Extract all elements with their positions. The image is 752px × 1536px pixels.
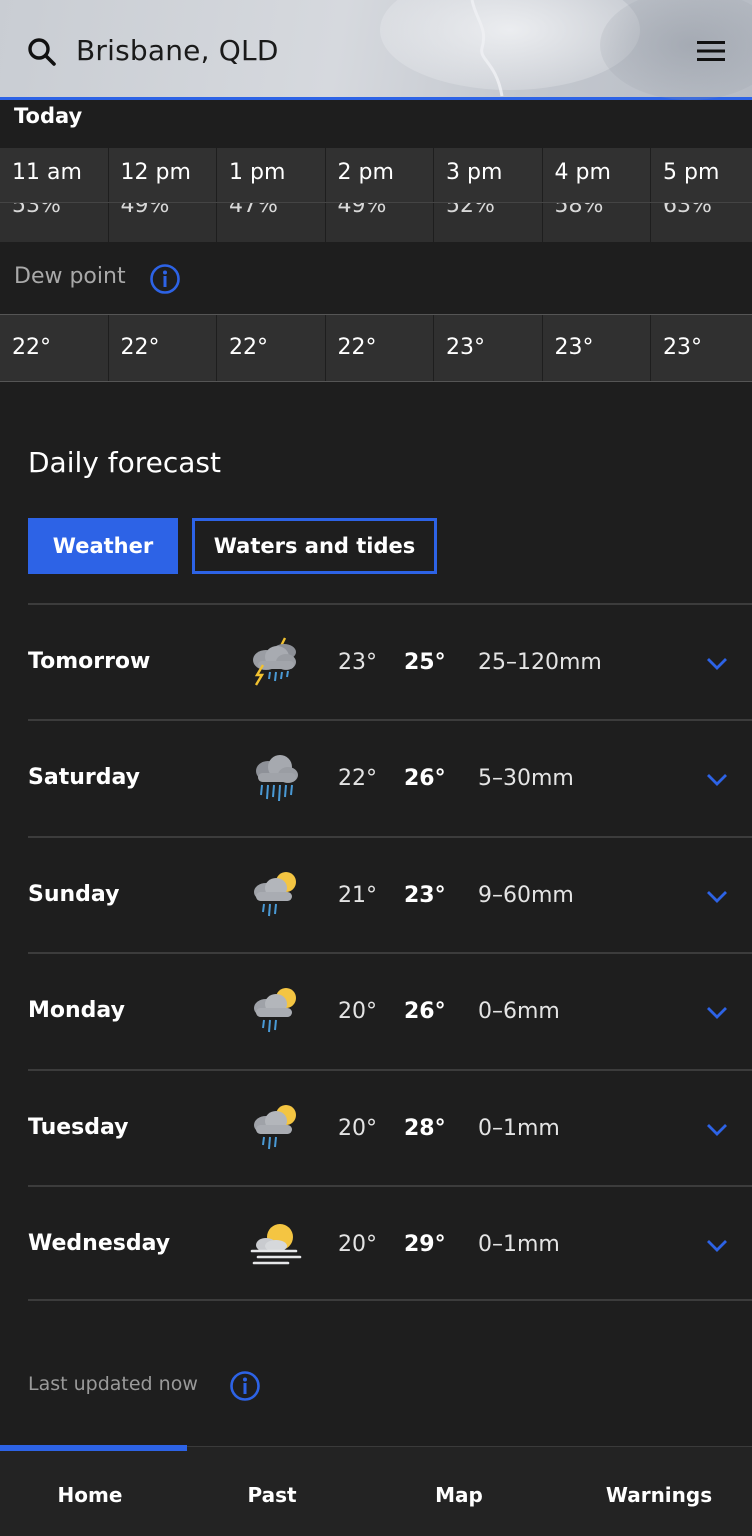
forecast-min-temp: 20° bbox=[338, 999, 377, 1025]
humidity-value: 47% bbox=[229, 202, 278, 218]
rain-sun-icon bbox=[254, 988, 296, 1033]
dew-point-label: Dew point bbox=[14, 264, 126, 289]
dew-point-cell: 22° bbox=[108, 315, 217, 381]
thunderstorm-icon bbox=[253, 637, 296, 686]
forecast-row[interactable]: Saturday 22° 26° 5–30mm bbox=[28, 719, 752, 835]
forecast-row[interactable]: Sunday 21° 23° 9–60mm bbox=[28, 835, 752, 952]
chevron-down-icon[interactable] bbox=[706, 1006, 728, 1020]
info-icon[interactable] bbox=[229, 1370, 261, 1402]
forecast-min-temp: 20° bbox=[338, 1231, 377, 1257]
humidity-value: 52% bbox=[446, 202, 495, 218]
hourly-dew-point-row[interactable]: 22° 22° 22° 22° 23° 23° 23° bbox=[0, 314, 752, 382]
forecast-max-temp: 25° bbox=[404, 650, 446, 675]
hour-cell: 12 pm bbox=[108, 148, 217, 202]
humidity-value: 63% bbox=[663, 202, 712, 218]
hazy-sun-icon bbox=[250, 1223, 302, 1265]
dew-point-cell: 23° bbox=[542, 315, 651, 381]
hour-cell: 11 am bbox=[0, 148, 109, 202]
nav-warnings[interactable]: Warnings bbox=[566, 1483, 752, 1507]
cloud-background bbox=[600, 0, 752, 100]
today-label: Today bbox=[14, 104, 83, 128]
forecast-row[interactable]: Tomorrow 23° 25° 25–120mm bbox=[28, 603, 752, 719]
forecast-day: Wednesday bbox=[28, 1230, 171, 1256]
humidity-cell: 53% bbox=[0, 203, 109, 242]
humidity-value: 58% bbox=[554, 202, 604, 218]
humidity-cell: 58% bbox=[542, 202, 651, 242]
forecast-day: Saturday bbox=[28, 765, 140, 791]
forecast-day: Monday bbox=[28, 998, 125, 1024]
dew-point-cell: 23° bbox=[434, 315, 543, 381]
humidity-cell: 52% bbox=[434, 203, 543, 242]
humidity-cell: 49% bbox=[108, 202, 217, 242]
forecast-rain-amount: 25–120mm bbox=[478, 650, 602, 675]
forecast-max-temp: 29° bbox=[404, 1231, 446, 1257]
chevron-down-icon[interactable] bbox=[706, 657, 728, 671]
hour-cell: 5 pm bbox=[651, 148, 752, 202]
heavy-rain-icon bbox=[256, 755, 298, 802]
humidity-cell: 63% bbox=[651, 203, 752, 242]
rain-sun-icon bbox=[254, 1104, 296, 1149]
bottom-navigation: Home Past Map Warnings bbox=[0, 1445, 752, 1536]
forecast-day: Sunday bbox=[28, 881, 120, 907]
forecast-row[interactable]: Tuesday 20° 28° 0–1mm bbox=[28, 1068, 752, 1185]
app-header: Brisbane, QLD bbox=[0, 0, 752, 100]
forecast-max-temp: 26° bbox=[404, 999, 446, 1025]
forecast-min-temp: 22° bbox=[338, 766, 377, 792]
daily-forecast-title: Daily forecast bbox=[28, 446, 221, 479]
rain-sun-icon bbox=[254, 871, 296, 916]
active-tab-indicator bbox=[0, 1445, 187, 1451]
nav-past[interactable]: Past bbox=[182, 1483, 362, 1507]
chevron-down-icon[interactable] bbox=[706, 773, 728, 787]
forecast-max-temp: 23° bbox=[404, 882, 446, 908]
dew-point-cell: 22° bbox=[325, 315, 434, 381]
last-updated-text: Last updated now bbox=[28, 1373, 198, 1395]
forecast-min-temp: 20° bbox=[338, 1115, 377, 1141]
forecast-max-temp: 28° bbox=[404, 1115, 446, 1141]
dew-point-cell: 22° bbox=[217, 315, 326, 381]
forecast-rain-amount: 0–1mm bbox=[478, 1231, 560, 1257]
lightning-background-icon bbox=[470, 0, 504, 97]
hamburger-menu-icon[interactable] bbox=[696, 38, 726, 64]
humidity-value: 49% bbox=[120, 202, 170, 218]
forecast-row[interactable]: Wednesday 20° 29° 0–1mm bbox=[28, 1184, 752, 1302]
nav-home[interactable]: Home bbox=[0, 1483, 180, 1507]
forecast-row[interactable]: Monday 20° 26° 0–6mm bbox=[28, 952, 752, 1068]
hour-cell: 3 pm bbox=[434, 148, 543, 202]
humidity-value: 49% bbox=[337, 202, 387, 218]
forecast-rain-amount: 5–30mm bbox=[478, 766, 574, 792]
info-icon[interactable] bbox=[149, 263, 181, 295]
chevron-down-icon[interactable] bbox=[706, 1123, 728, 1137]
nav-map[interactable]: Map bbox=[370, 1483, 548, 1507]
forecast-day: Tuesday bbox=[28, 1114, 129, 1140]
tab-weather[interactable]: Weather bbox=[28, 518, 178, 574]
hourly-time-row: 11 am 12 pm 1 pm 2 pm 3 pm 4 pm 5 pm bbox=[0, 148, 752, 202]
search-icon[interactable] bbox=[26, 36, 58, 68]
chevron-down-icon[interactable] bbox=[706, 1239, 728, 1253]
humidity-value: 53% bbox=[12, 202, 61, 218]
location-title[interactable]: Brisbane, QLD bbox=[76, 34, 279, 67]
forecast-rain-amount: 0–6mm bbox=[478, 999, 560, 1025]
dew-point-cell: 22° bbox=[0, 315, 109, 381]
chevron-down-icon[interactable] bbox=[706, 890, 728, 904]
hour-cell: 4 pm bbox=[542, 148, 651, 202]
tab-waters-and-tides[interactable]: Waters and tides bbox=[192, 518, 437, 574]
humidity-cell: 47% bbox=[217, 203, 326, 242]
forecast-min-temp: 21° bbox=[338, 882, 377, 908]
hour-cell: 2 pm bbox=[325, 148, 434, 202]
dew-point-cell: 23° bbox=[651, 315, 752, 381]
forecast-min-temp: 23° bbox=[338, 650, 377, 675]
forecast-rain-amount: 0–1mm bbox=[478, 1115, 560, 1141]
forecast-day: Tomorrow bbox=[28, 649, 151, 674]
forecast-rain-amount: 9–60mm bbox=[478, 882, 574, 908]
daily-forecast-list: Tomorrow 23° 25° 25–120mm Saturday 22° 2… bbox=[28, 603, 752, 1302]
hour-cell: 1 pm bbox=[217, 148, 326, 202]
forecast-max-temp: 26° bbox=[404, 766, 446, 792]
hourly-humidity-row[interactable]: 53% 49% 47% 49% 52% 58% 63% bbox=[0, 202, 752, 242]
humidity-cell: 49% bbox=[325, 202, 434, 242]
